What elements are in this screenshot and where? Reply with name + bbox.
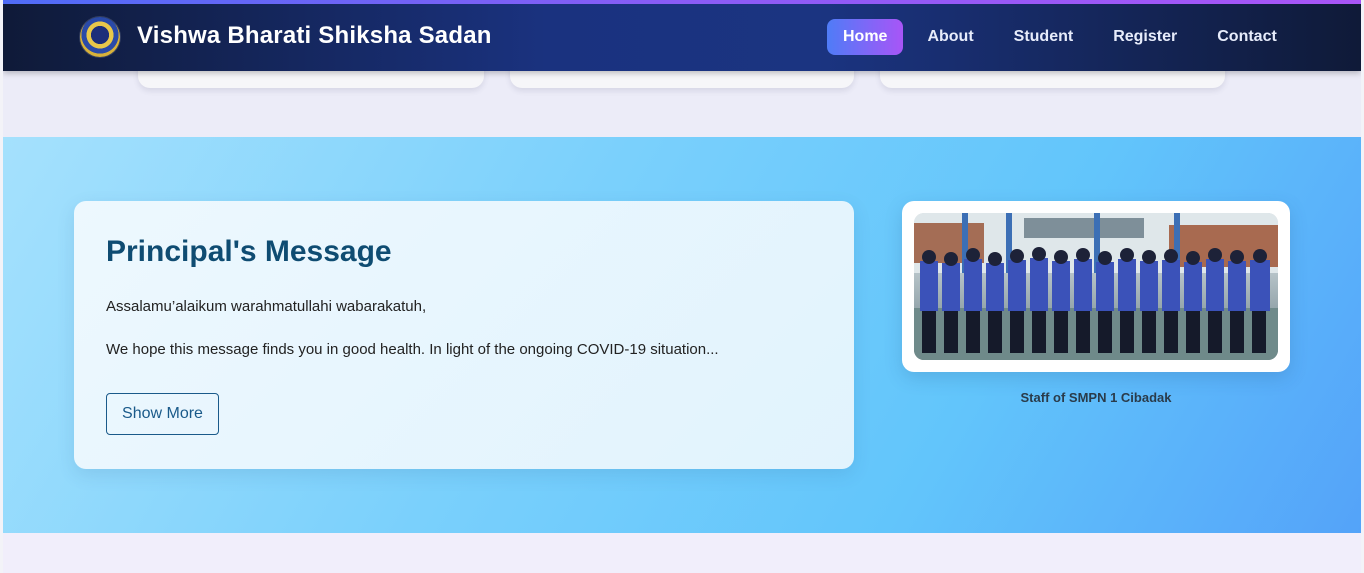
principal-message-title: Principal's Message xyxy=(106,235,392,268)
page-frame-left xyxy=(0,0,3,573)
principal-greeting: Assalamu’alaikum warahmatullahi wabaraka… xyxy=(106,298,427,315)
staff-photo-illustration xyxy=(914,213,1278,360)
nav-about[interactable]: About xyxy=(907,19,993,55)
nav-student[interactable]: Student xyxy=(994,19,1094,55)
brand-name[interactable]: Vishwa Bharati Shiksha Sadan xyxy=(137,22,492,50)
staff-photo[interactable] xyxy=(914,213,1278,360)
nav-links: Home About Student Register Contact xyxy=(827,19,1297,55)
nav-home[interactable]: Home xyxy=(827,19,904,55)
principal-message-excerpt: We hope this message finds you in good h… xyxy=(106,341,719,358)
school-logo[interactable] xyxy=(80,17,120,57)
nav-contact[interactable]: Contact xyxy=(1197,19,1297,55)
navbar-accent-line xyxy=(3,0,1361,4)
show-more-button[interactable]: Show More xyxy=(106,393,219,435)
nav-register[interactable]: Register xyxy=(1093,19,1197,55)
next-section xyxy=(3,533,1361,573)
navbar: Vishwa Bharati Shiksha Sadan Home About … xyxy=(3,0,1361,71)
staff-photo-caption: Staff of SMPN 1 Cibadak xyxy=(1020,390,1172,405)
principal-message-card: Principal's Message Assalamu’alaikum war… xyxy=(74,201,854,469)
stats-section xyxy=(3,61,1361,137)
principal-section: Principal's Message Assalamu’alaikum war… xyxy=(3,137,1361,533)
staff-photo-card xyxy=(902,201,1290,372)
